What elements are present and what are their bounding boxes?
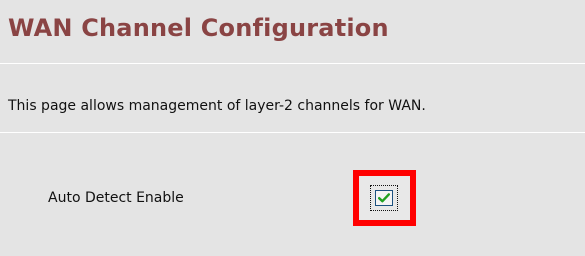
auto-detect-checkbox[interactable] [375,190,393,206]
page-title: WAN Channel Configuration [8,14,389,42]
checkbox-focus-outline [370,185,398,211]
auto-detect-label: Auto Detect Enable [48,190,184,206]
check-icon [378,193,390,203]
section-divider [0,132,585,133]
wan-channel-panel: WAN Channel Configuration This page allo… [0,0,585,256]
title-divider [0,63,585,64]
auto-detect-highlight [353,170,416,226]
page-description: This page allows management of layer-2 c… [8,98,426,114]
